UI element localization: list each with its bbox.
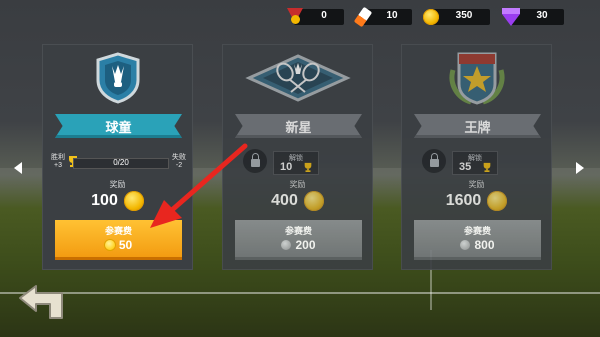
coin-counter: 350 [420,6,490,28]
unlock-value: 10 [280,161,293,173]
reward-amount: 400 [271,192,298,209]
tier-emblem [402,45,551,111]
entry-fee-label: 参赛费 [284,226,312,236]
entry-fee-amount: 800 [474,238,495,252]
trophy-icon [483,162,491,172]
medal-count: 0 [321,10,327,21]
back-arrow-button[interactable] [18,284,66,320]
coin-icon [460,240,471,250]
coin-count: 350 [455,10,473,21]
tier-title-banner: 王牌 [414,114,541,138]
tournament-card-ace[interactable]: 王牌 解锁 35 奖励 1600 参赛费 800 [401,44,552,270]
shuttlecock-count: 10 [386,10,398,21]
previous-page-arrow[interactable] [14,162,22,174]
reward-amount: 1600 [445,192,482,209]
rank-progress: 胜利 +3 0/20 失败 -2 [49,153,188,171]
entry-fee-label: 参赛费 [463,226,491,236]
coin-icon [123,191,144,211]
reward-row: 1600 [402,189,551,213]
progress-bar: 0/20 [73,158,169,169]
star-medal-icon [449,52,504,105]
entry-fee-amount: 200 [295,238,316,252]
coin-icon [423,9,439,25]
crossed-rackets-icon [244,54,351,102]
progress-text: 0/20 [113,158,129,167]
entry-fee-button[interactable]: 参赛费 50 [55,220,182,260]
gem-icon [502,8,520,26]
tournament-card-rising-star[interactable]: 新星 解锁 10 奖励 400 参赛费 200 [222,44,373,270]
entry-fee-button[interactable]: 参赛费 200 [235,220,362,260]
tier-title-banner: 新星 [235,114,362,138]
medal-icon [287,8,303,26]
medal-counter: 0 [284,6,344,28]
win-value: +3 [54,162,62,169]
tier-emblem [223,45,372,111]
coin-icon [487,191,508,211]
shuttlecock-icon [353,6,373,28]
tournament-card-ballboy[interactable]: 球童 胜利 +3 0/20 失败 -2 奖励 100 参赛费 50 [42,44,193,270]
gem-counter: 30 [500,6,564,28]
tier-title-banner: 球童 [55,114,182,138]
court-line [0,292,600,294]
coin-icon [281,240,292,250]
win-label: 胜利 [51,154,65,161]
entry-fee-amount: 50 [118,238,133,252]
entry-fee-button[interactable]: 参赛费 800 [414,220,541,260]
unlock-requirement: 解锁 10 [243,149,353,175]
reward-row: 400 [223,189,372,213]
gem-count: 30 [536,10,548,21]
unlock-value: 35 [459,161,472,173]
loss-label: 失败 [172,154,186,161]
coin-icon [303,191,324,211]
reward-row: 100 [43,189,192,213]
shield-shuttlecock-icon [96,52,139,104]
coin-icon [104,240,115,250]
lock-icon [243,149,267,173]
reward-amount: 100 [91,192,118,209]
next-page-arrow[interactable] [576,162,584,174]
entry-fee-label: 参赛费 [104,226,132,236]
trophy-icon [304,162,312,172]
shuttlecock-counter: 10 [352,6,412,28]
unlock-requirement: 解锁 35 [422,149,532,175]
lock-icon [422,149,446,173]
tier-emblem [43,45,192,111]
loss-value: -2 [175,162,183,169]
